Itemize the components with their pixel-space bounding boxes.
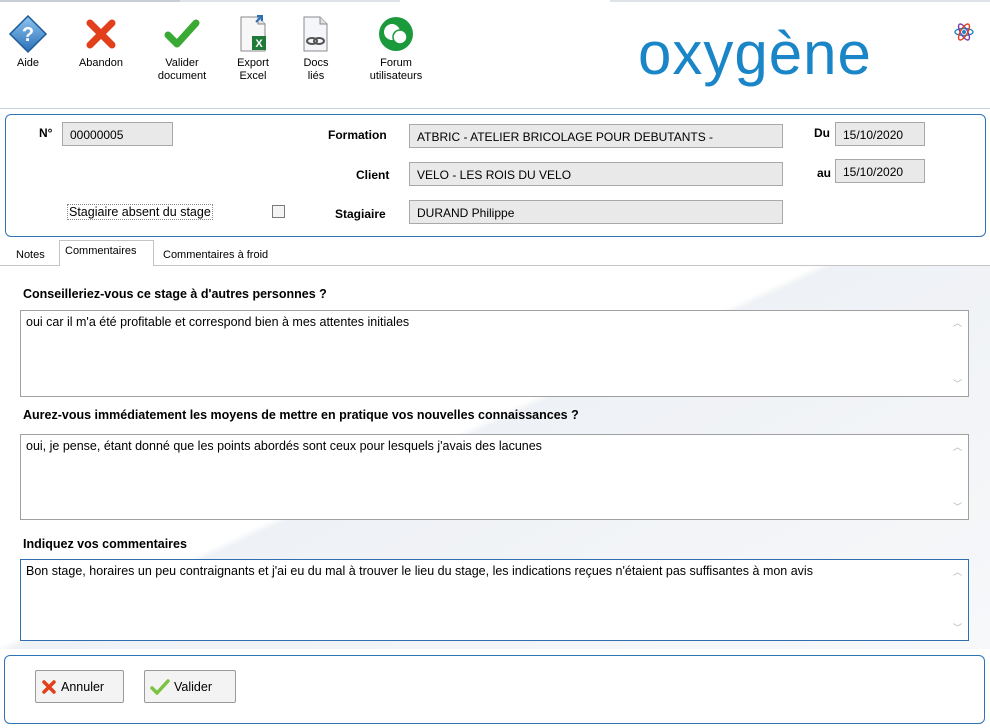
forum-label: Forum utilisateurs [369, 57, 423, 82]
tab-commentaires-a-froid[interactable]: Commentaires à froid [157, 244, 274, 264]
number-field[interactable]: 00000005 [62, 122, 173, 146]
excel-export-icon: X [228, 14, 278, 54]
cancel-label: Annuler [61, 679, 105, 694]
answer-2-text: oui, je pense, étant donné que les point… [26, 439, 542, 453]
tab-notes[interactable]: Notes [10, 244, 51, 264]
date-to-field[interactable]: 15/10/2020 [835, 159, 925, 183]
answer-3-text: Bon stage, horaires un peu contraignants… [26, 564, 813, 578]
scroll-down-icon[interactable]: ﹀ [953, 499, 962, 515]
checkmark-icon [150, 14, 214, 54]
validate-label: Valider [174, 679, 212, 694]
svg-text:?: ? [22, 24, 34, 46]
forum-icon [358, 14, 434, 54]
help-button[interactable]: ? Aide [4, 14, 52, 70]
cancel-icon [41, 679, 57, 695]
linked-docs-button[interactable]: Docs liés [294, 14, 338, 83]
stagiaire-field[interactable]: DURAND Philippe [409, 200, 783, 224]
answer-2-textarea[interactable]: oui, je pense, étant donné que les point… [20, 434, 969, 520]
scroll-down-icon[interactable]: ﹀ [953, 620, 962, 636]
tab-commentaires[interactable]: Commentaires [59, 240, 154, 266]
abandon-label: Abandon [78, 57, 124, 69]
number-label: N° [39, 126, 53, 140]
svg-text:oxygène: oxygène [638, 20, 872, 87]
date-from-label: Du [814, 126, 830, 140]
cross-icon [70, 14, 132, 54]
oxygene-logo: oxygène [638, 18, 978, 88]
export-excel-button[interactable]: X Export Excel [228, 14, 278, 83]
validate-document-label: Valider document [157, 57, 207, 82]
export-excel-label: Export Excel [237, 57, 269, 82]
formation-field[interactable]: ATBRIC - ATELIER BRICOLAGE POUR DEBUTANT… [409, 124, 783, 148]
scroll-up-icon[interactable]: ︿ [953, 315, 962, 331]
scroll-down-icon[interactable]: ﹀ [953, 376, 962, 392]
scroll-up-icon[interactable]: ︿ [953, 439, 962, 455]
stagiaire-label: Stagiaire [335, 207, 386, 221]
question-1: Conseilleriez-vous ce stage à d'autres p… [23, 287, 327, 301]
validate-document-button[interactable]: Valider document [150, 14, 214, 83]
answer-1-textarea[interactable]: oui car il m'a été profitable et corresp… [20, 310, 969, 397]
svg-text:X: X [255, 38, 263, 50]
absent-checkbox-label[interactable]: Stagiaire absent du stage [67, 204, 213, 220]
formation-label: Formation [328, 128, 387, 142]
scroll-up-icon[interactable]: ︿ [953, 564, 962, 580]
abandon-button[interactable]: Abandon [70, 14, 132, 70]
answer-3-textarea[interactable]: Bon stage, horaires un peu contraignants… [20, 559, 969, 641]
linked-docs-label: Docs liés [303, 57, 329, 82]
answer-1-text: oui car il m'a été profitable et corresp… [26, 315, 410, 329]
forum-button[interactable]: Forum utilisateurs [358, 14, 434, 83]
question-2: Aurez-vous immédiatement les moyens de m… [23, 408, 579, 422]
linked-docs-icon [294, 14, 338, 54]
cancel-button[interactable]: Annuler [35, 670, 124, 703]
date-from-field[interactable]: 15/10/2020 [835, 122, 925, 146]
absent-checkbox[interactable] [272, 205, 285, 218]
client-field[interactable]: VELO - LES ROIS DU VELO [409, 162, 783, 186]
help-icon: ? [4, 14, 52, 54]
date-to-label: au [817, 166, 832, 180]
help-label: Aide [16, 57, 40, 69]
validate-button[interactable]: Valider [144, 670, 236, 703]
validate-icon [150, 678, 170, 695]
toolbar-separator [0, 108, 990, 109]
top-strip [0, 0, 990, 2]
client-label: Client [356, 168, 390, 182]
question-3: Indiquez vos commentaires [23, 537, 187, 551]
